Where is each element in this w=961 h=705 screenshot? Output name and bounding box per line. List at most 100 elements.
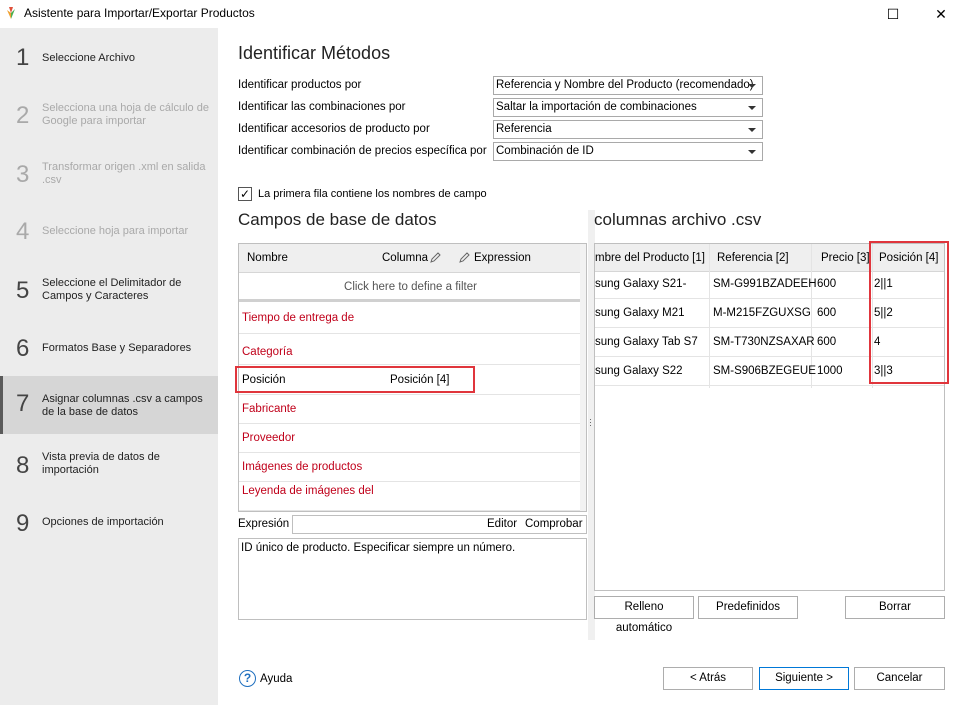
identify-accessories-value: Referencia [496,123,552,135]
csv-cell: sung Galaxy M21 [595,307,685,319]
identify-products-value: Referencia y Nombre del Producto (recome… [496,79,754,91]
highlight-mapped-field [235,366,475,393]
column-header-name[interactable]: Nombre [247,252,288,264]
identify-price-combination-select[interactable]: Combinación de ID [493,142,763,161]
table-row[interactable]: Leyenda de imágenes del [239,482,582,511]
step-label: Vista previa de datos de importación [42,451,160,476]
pencil-icon [430,252,441,263]
field-name: Fabricante [242,403,297,415]
identify-combinations-value: Saltar la importación de combinaciones [496,101,697,113]
field-name: Tiempo de entrega de [242,312,355,324]
step-number: 9 [16,510,30,537]
field-description-area: ID único de producto. Especificar siempr… [238,538,587,620]
field-name: Leyenda de imágenes del [242,485,374,497]
step-6-formats[interactable]: 6 Formatos Base y Separadores [0,333,218,363]
step-8-preview[interactable]: 8 Vista previa de datos de importación [0,448,218,484]
identify-products-select[interactable]: Referencia y Nombre del Producto (recome… [493,76,763,95]
step-label: Formatos Base y Separadores [42,342,192,354]
step-3-transform-xml[interactable]: 3 Transformar origen .xml en salida .csv [0,157,218,193]
step-label: Selecciona una hoja de cálculo de Google… [42,102,209,127]
csv-cell: 1000 [817,365,843,377]
define-filter-row[interactable]: Click here to define a filter [239,273,582,302]
step-1-select-file[interactable]: 1 Seleccione Archivo [0,42,218,72]
field-name: Proveedor [242,432,296,444]
identify-price-combination-label: Identificar combinación de precios espec… [238,145,487,157]
step-2-google-sheet[interactable]: 2 Selecciona una hoja de cálculo de Goog… [0,98,218,134]
csv-cell: sung Galaxy S21- [595,278,687,290]
splitter-grip-icon: · · · [589,414,592,430]
pencil-icon [459,252,470,263]
csv-cell: sung Galaxy Tab S7 [595,336,698,348]
identify-accessories-label: Identificar accesorios de producto por [238,123,430,135]
step-label: Seleccione el Delimitador de Campos y Ca… [42,277,182,302]
csv-header-cell[interactable]: mbre del Producto [1] [595,252,705,264]
check-expression-link[interactable]: Comprobar [525,518,583,530]
step-number: 5 [16,277,30,304]
chevron-down-icon [748,106,756,110]
wizard-steps-sidebar: 1 Seleccione Archivo 2 Selecciona una ho… [0,28,218,705]
step-number: 2 [16,102,30,129]
step-number: 8 [16,452,30,479]
csv-cell: 600 [817,336,837,348]
identify-methods-title: Identificar Métodos [238,43,391,63]
maximize-button[interactable]: ☐ [883,4,903,24]
csv-header-cell[interactable]: Referencia [2] [717,252,789,264]
step-7-map-columns[interactable]: 7 Asignar columnas .csv a campos de la b… [0,376,218,434]
first-row-headers-checkbox[interactable]: ✓ [238,187,252,201]
table-row[interactable]: Imágenes de productos [239,453,582,482]
step-number: 1 [16,44,30,71]
field-name: Categoría [242,346,293,358]
first-row-headers-label: La primera fila contiene los nombres de … [258,188,487,200]
table-row[interactable]: Tiempo de entrega de [239,305,582,334]
title-bar: Asistente para Importar/Exportar Product… [0,0,961,28]
column-header-expression[interactable]: Expression [474,252,531,264]
csv-cell: SM-G991BZADEEH [713,278,817,290]
identify-accessories-select[interactable]: Referencia [493,120,763,139]
step-number: 3 [16,161,30,188]
db-fields-title: Campos de base de datos [238,210,437,229]
chevron-down-icon [748,84,756,88]
db-fields-header: Nombre Columna Expression [239,244,582,273]
highlight-position-column [869,241,949,384]
next-button[interactable]: Siguiente > [759,667,849,690]
step-number: 7 [16,390,30,417]
step-4-select-sheet[interactable]: 4 Seleccione hoja para importar [0,216,218,246]
identify-products-label: Identificar productos por [238,79,362,91]
step-label: Opciones de importación [42,516,164,528]
csv-cell: 600 [817,278,837,290]
step-9-options[interactable]: 9 Opciones de importación [0,508,218,538]
step-label: Seleccione Archivo [42,52,135,64]
field-name: Imágenes de productos [242,461,363,473]
identify-combinations-select[interactable]: Saltar la importación de combinaciones [493,98,763,117]
window-title: Asistente para Importar/Exportar Product… [24,6,255,20]
presets-button[interactable]: Predefinidos [698,596,798,619]
csv-cell: SM-T730NZSAXAR [713,336,815,348]
chevron-down-icon [748,150,756,154]
table-row[interactable]: Categoría [239,336,582,365]
step-number: 4 [16,218,30,245]
step-label: Seleccione hoja para importar [42,225,189,237]
csv-cell: M-M215FZGUXSG [713,307,811,319]
csv-header-cell[interactable]: Precio [3] [821,252,870,264]
clear-button[interactable]: Borrar [845,596,945,619]
column-header-column[interactable]: Columna [382,252,428,264]
help-icon[interactable]: ? [239,670,256,687]
table-row[interactable]: Fabricante [239,395,582,424]
csv-cell: sung Galaxy S22 [595,365,683,377]
vertical-scrollbar[interactable] [580,244,586,511]
step-5-delimiter[interactable]: 5 Seleccione el Delimitador de Campos y … [0,273,218,309]
csv-cell: SM-S906BZEGEUE [713,365,816,377]
chevron-down-icon [748,128,756,132]
autofill-button[interactable]: Relleno automático [594,596,694,634]
table-row[interactable]: Proveedor [239,424,582,453]
identify-price-combination-value: Combinación de ID [496,145,594,157]
csv-cell: 600 [817,307,837,319]
csv-columns-title: columnas archivo .csv [594,210,762,229]
identify-combinations-label: Identificar las combinaciones por [238,101,406,113]
step-number: 6 [16,335,30,362]
back-button[interactable]: < Atrás [663,667,753,690]
cancel-button[interactable]: Cancelar [854,667,945,690]
help-link[interactable]: Ayuda [260,673,292,685]
editor-link[interactable]: Editor [487,518,517,530]
close-button[interactable]: ✕ [931,4,951,24]
